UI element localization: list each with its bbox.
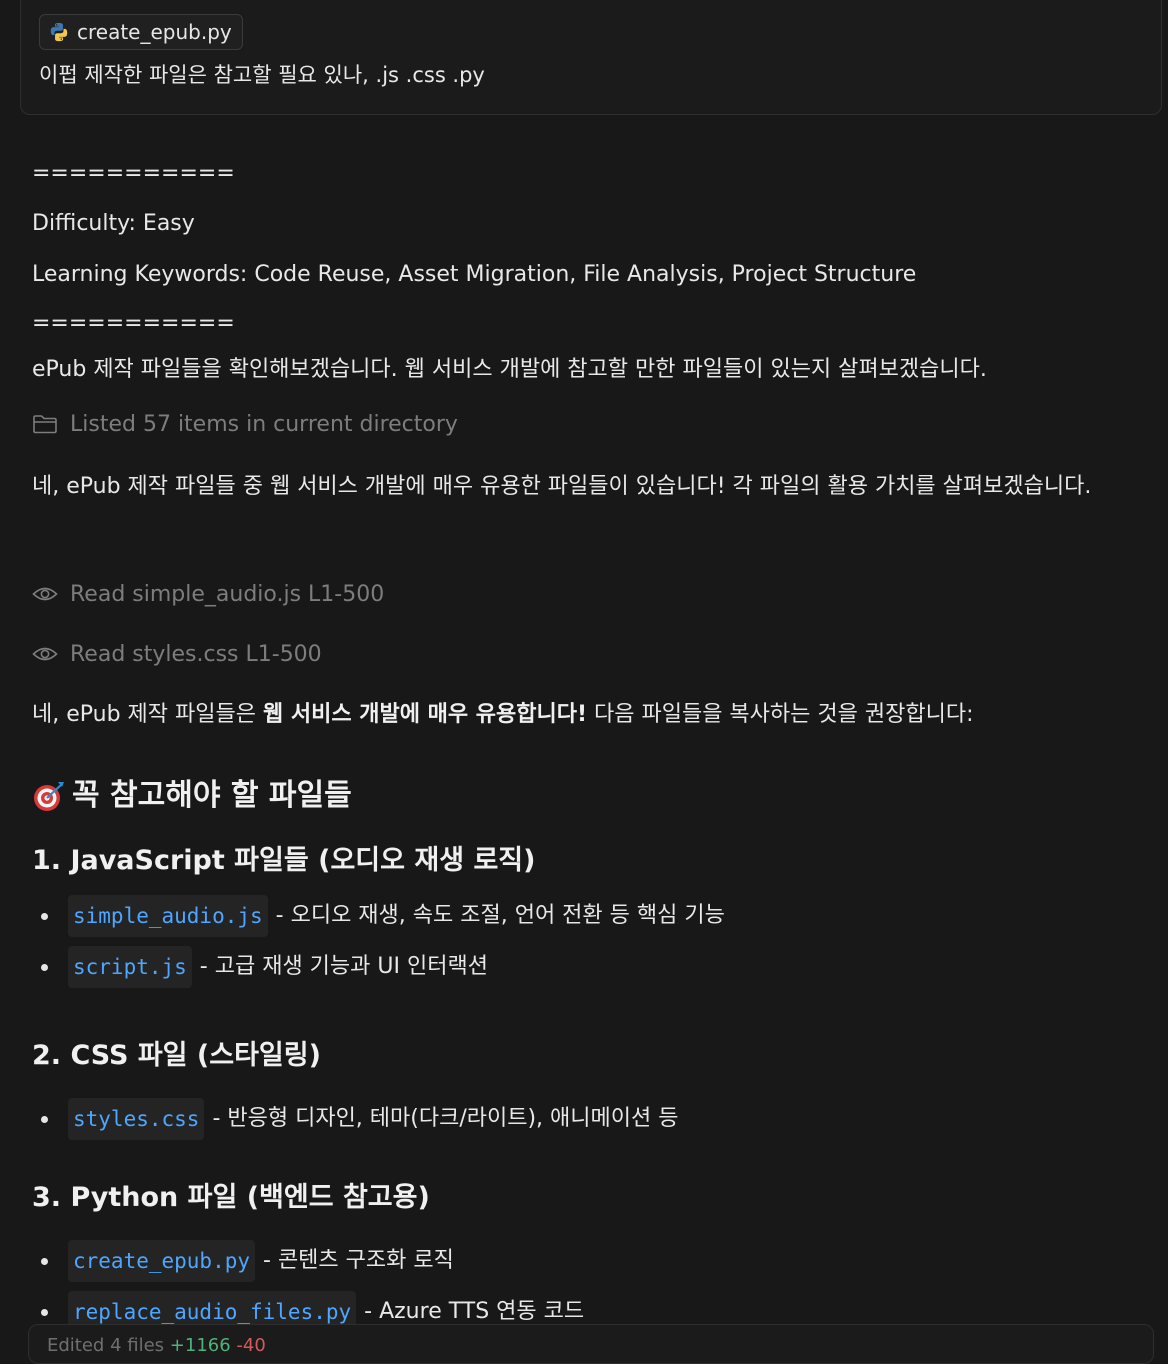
- file-description: - 고급 재생 기능과 UI 인터랙션: [199, 953, 488, 979]
- tool-read-styles[interactable]: Read styles.css L1-500: [32, 634, 1152, 674]
- bullet: [41, 1257, 48, 1265]
- list-item: simple_audio.js - 오디오 재생, 속도 조절, 언어 전환 등…: [32, 890, 1152, 941]
- edited-files-bar[interactable]: Edited 4 files +1166 -40: [28, 1324, 1154, 1364]
- bullet: [41, 963, 48, 971]
- file-link[interactable]: simple_audio.js: [68, 894, 268, 937]
- python-file-icon: [50, 22, 68, 42]
- tool-read-text: Read simple_audio.js L1-500: [70, 581, 385, 607]
- assistant-response: =========== Difficulty: Easy Learning Ke…: [32, 150, 1152, 1337]
- group-title-css: 2. CSS 파일 (스타일링): [32, 1040, 321, 1071]
- bullet: [41, 912, 48, 920]
- tool-read-simple-audio[interactable]: Read simple_audio.js L1-500: [32, 574, 1152, 614]
- target-icon: [34, 782, 64, 811]
- list-item: create_epub.py - 콘텐츠 구조화 로직: [32, 1235, 1152, 1286]
- eye-icon: [32, 587, 58, 601]
- section-title: 꼭 참고해야 할 파일들: [72, 778, 352, 813]
- file-description: - 오디오 재생, 속도 조절, 언어 전환 등 핵심 기능: [275, 902, 725, 928]
- attachment-chip[interactable]: create_epub.py: [39, 14, 243, 50]
- user-message: create_epub.py 이펍 제작한 파일은 참고할 필요 있나, .js…: [20, 0, 1162, 115]
- tool-list-directory[interactable]: Listed 57 items in current directory: [32, 404, 1152, 444]
- lines-added: +1166: [169, 1335, 231, 1356]
- analysis-text: 네, ePub 제작 파일들 중 웹 서비스 개발에 매우 유용한 파일들이 있…: [32, 474, 1092, 499]
- file-list-py: create_epub.py - 콘텐츠 구조화 로직 replace_audi…: [32, 1235, 1152, 1337]
- separator-top: ===========: [32, 161, 235, 186]
- lines-removed: -40: [236, 1335, 266, 1356]
- file-list-js: simple_audio.js - 오디오 재생, 속도 조절, 언어 전환 등…: [32, 890, 1152, 992]
- difficulty-line: Difficulty: Easy: [32, 211, 195, 236]
- bullet: [41, 1115, 48, 1123]
- file-list-css: styles.css - 반응형 디자인, 테마(다크/라이트), 애니메이션 …: [32, 1093, 1152, 1144]
- file-link[interactable]: script.js: [68, 945, 192, 988]
- tool-read-text: Read styles.css L1-500: [70, 641, 322, 667]
- group-title-js: 1. JavaScript 파일들 (오디오 재생 로직): [32, 845, 536, 876]
- user-message-text: 이펍 제작한 파일은 참고할 필요 있나, .js .css .py: [39, 63, 485, 87]
- file-link[interactable]: styles.css: [68, 1097, 205, 1140]
- list-item: styles.css - 반응형 디자인, 테마(다크/라이트), 애니메이션 …: [32, 1093, 1152, 1144]
- file-link[interactable]: create_epub.py: [68, 1239, 256, 1282]
- list-item: script.js - 고급 재생 기능과 UI 인터랙션: [32, 941, 1152, 992]
- conclusion-text: 네, ePub 제작 파일들은 웹 서비스 개발에 매우 유용합니다! 다음 파…: [32, 702, 974, 727]
- file-description: - 콘텐츠 구조화 로직: [263, 1247, 454, 1273]
- eye-icon: [32, 647, 58, 661]
- bullet: [41, 1308, 48, 1316]
- keywords-line: Learning Keywords: Code Reuse, Asset Mig…: [32, 262, 917, 287]
- separator-bottom: ===========: [32, 311, 235, 336]
- folder-icon: [33, 415, 57, 434]
- section-heading: 꼭 참고해야 할 파일들: [32, 766, 1152, 826]
- edited-files-label: Edited 4 files: [47, 1335, 165, 1356]
- intro-text: ePub 제작 파일들을 확인해보겠습니다. 웹 서비스 개발에 참고할 만한 …: [32, 357, 987, 382]
- file-description: - 반응형 디자인, 테마(다크/라이트), 애니메이션 등: [212, 1105, 679, 1131]
- tool-list-text: Listed 57 items in current directory: [70, 411, 458, 437]
- group-title-py: 3. Python 파일 (백엔드 참고용): [32, 1182, 430, 1213]
- attachment-filename: create_epub.py: [77, 20, 232, 44]
